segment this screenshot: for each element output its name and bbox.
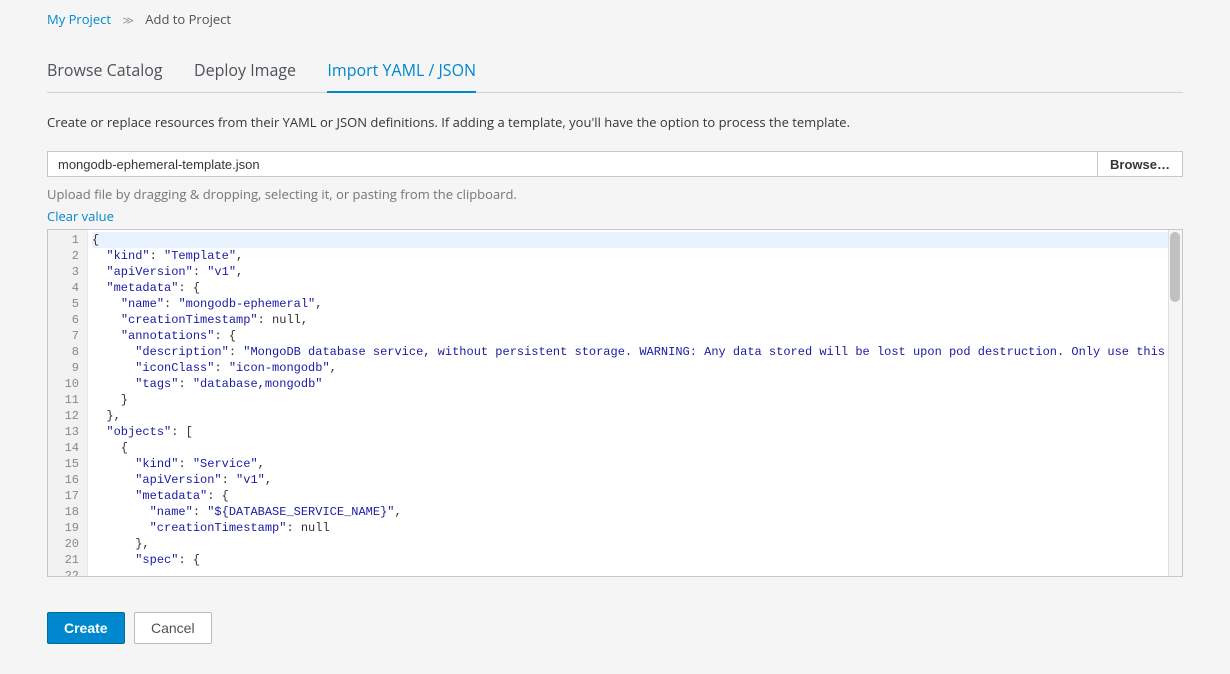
tab-deploy-image[interactable]: Deploy Image [194,51,296,91]
cancel-button[interactable]: Cancel [134,612,212,644]
code-line[interactable]: { [92,232,1178,248]
code-line[interactable]: "apiVersion": "v1", [92,472,1178,488]
code-editor[interactable]: 12345678910111213141516171819202122 { "k… [47,229,1183,577]
code-line[interactable]: "tags": "database,mongodb" [92,376,1178,392]
editor-scrollbar-thumb[interactable] [1170,232,1180,302]
code-line[interactable]: "description": "MongoDB database service… [92,344,1178,360]
code-line[interactable]: "apiVersion": "v1", [92,264,1178,280]
create-button[interactable]: Create [47,612,125,644]
code-line[interactable]: "iconClass": "icon-mongodb", [92,360,1178,376]
code-line[interactable]: "name": "mongodb-ephemeral", [92,296,1178,312]
code-line[interactable]: }, [92,408,1178,424]
code-line[interactable]: { [92,440,1178,456]
clear-value-link[interactable]: Clear value [47,207,114,225]
code-line[interactable]: "creationTimestamp": null, [92,312,1178,328]
code-line[interactable]: "creationTimestamp": null [92,520,1178,536]
breadcrumb-current: Add to Project [145,10,231,28]
chevron-right-icon: ≫ [122,13,134,28]
code-line[interactable]: "kind": "Service", [92,456,1178,472]
code-line[interactable]: "spec": { [92,552,1178,568]
code-line[interactable]: "name": "${DATABASE_SERVICE_NAME}", [92,504,1178,520]
page-description: Create or replace resources from their Y… [47,113,1183,131]
tab-import-yaml-json[interactable]: Import YAML / JSON [327,51,476,93]
upload-hint: Upload file by dragging & dropping, sele… [47,185,1183,203]
breadcrumb: My Project ≫ Add to Project [47,10,1183,28]
code-line[interactable]: "annotations": { [92,328,1178,344]
code-line[interactable]: "objects": [ [92,424,1178,440]
code-line[interactable]: "metadata": { [92,488,1178,504]
tabs: Browse Catalog Deploy Image Import YAML … [47,50,1183,93]
tab-browse-catalog[interactable]: Browse Catalog [47,51,163,91]
browse-button[interactable]: Browse… [1098,151,1183,177]
editor-scrollbar[interactable] [1168,230,1182,576]
file-name-input[interactable] [47,151,1098,177]
breadcrumb-project-link[interactable]: My Project [47,10,111,28]
code-line[interactable] [92,568,1178,576]
code-line[interactable]: "metadata": { [92,280,1178,296]
code-line[interactable]: } [92,392,1178,408]
editor-code-area[interactable]: { "kind": "Template", "apiVersion": "v1"… [88,230,1182,576]
code-line[interactable]: }, [92,536,1178,552]
code-line[interactable]: "kind": "Template", [92,248,1178,264]
editor-gutter: 12345678910111213141516171819202122 [48,230,88,576]
